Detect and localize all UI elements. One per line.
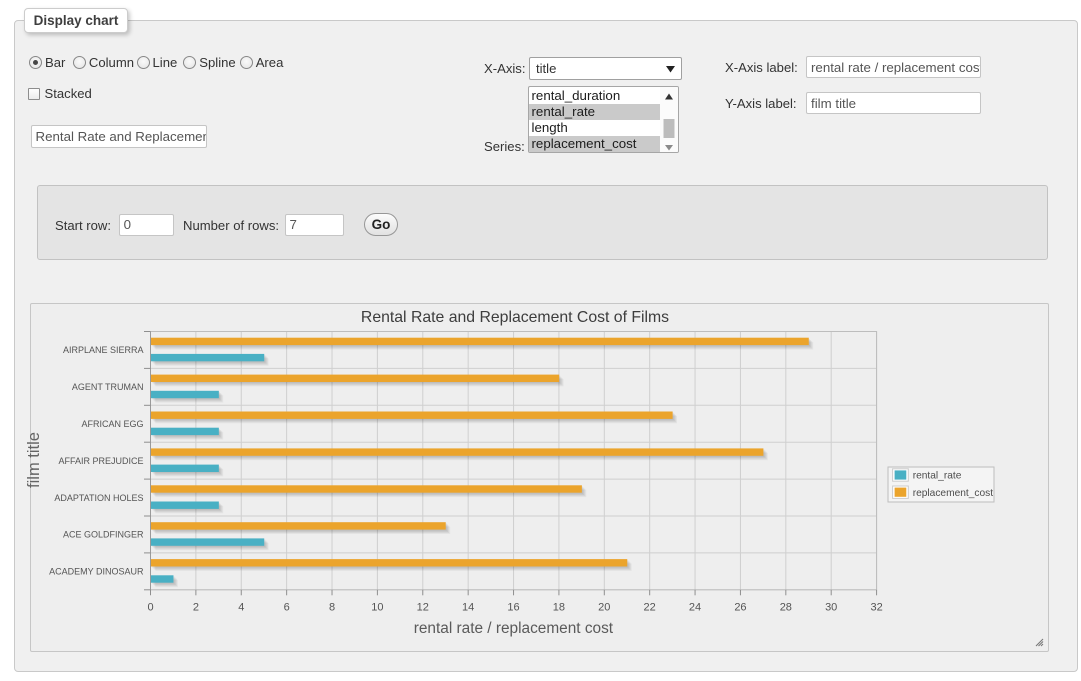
svg-text:AGENT TRUMAN: AGENT TRUMAN — [72, 382, 144, 392]
svg-text:2: 2 — [193, 601, 199, 613]
svg-text:32: 32 — [870, 601, 882, 613]
svg-text:20: 20 — [598, 601, 610, 613]
svg-text:rental_rate: rental_rate — [913, 471, 962, 482]
svg-text:18: 18 — [553, 601, 565, 613]
svg-text:8: 8 — [329, 601, 335, 613]
svg-text:replacement_cost: replacement_cost — [913, 488, 994, 499]
svg-text:24: 24 — [689, 601, 701, 613]
svg-text:ACE GOLDFINGER: ACE GOLDFINGER — [63, 530, 144, 540]
svg-text:AIRPLANE SIERRA: AIRPLANE SIERRA — [63, 345, 144, 355]
svg-text:AFFAIR PREJUDICE: AFFAIR PREJUDICE — [58, 456, 143, 466]
svg-text:22: 22 — [644, 601, 656, 613]
svg-text:14: 14 — [462, 601, 474, 613]
svg-text:10: 10 — [371, 601, 383, 613]
svg-text:12: 12 — [417, 601, 429, 613]
svg-text:6: 6 — [284, 601, 290, 613]
svg-text:26: 26 — [734, 601, 746, 613]
svg-text:16: 16 — [507, 601, 519, 613]
svg-text:ADAPTATION HOLES: ADAPTATION HOLES — [54, 493, 143, 503]
svg-text:film title: film title — [25, 432, 43, 488]
svg-text:AFRICAN EGG: AFRICAN EGG — [81, 419, 143, 429]
svg-text:28: 28 — [780, 601, 792, 613]
svg-text:Rental Rate and Replacement Co: Rental Rate and Replacement Cost of Film… — [361, 309, 669, 326]
svg-text:0: 0 — [147, 601, 153, 613]
svg-text:30: 30 — [825, 601, 837, 613]
svg-text:ACADEMY DINOSAUR: ACADEMY DINOSAUR — [49, 567, 144, 577]
svg-text:rental rate / replacement cost: rental rate / replacement cost — [414, 620, 614, 637]
svg-text:4: 4 — [238, 601, 244, 613]
